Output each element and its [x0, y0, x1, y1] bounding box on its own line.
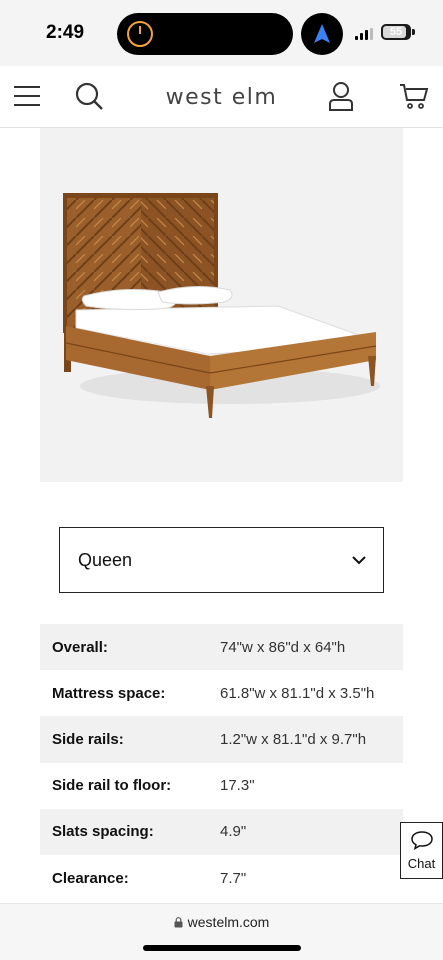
site-header: west elm — [0, 66, 443, 128]
battery-level: 55 — [389, 26, 403, 38]
chat-bubble-icon — [410, 831, 433, 851]
table-row: Clearance: 7.7" — [40, 855, 403, 901]
size-selected-value: Queen — [78, 550, 133, 570]
navigation-icon — [301, 13, 343, 55]
status-bar: 2:49 55 — [0, 0, 443, 66]
account-icon[interactable] — [325, 80, 357, 112]
dynamic-island — [117, 13, 293, 55]
chat-button[interactable]: Chat — [400, 822, 443, 879]
spec-value: 17.3" — [220, 777, 255, 795]
spec-label: Overall: — [52, 638, 108, 656]
home-indicator — [143, 945, 301, 951]
dimensions-table: Overall: 74"w x 86"d x 64"h Mattress spa… — [40, 624, 403, 901]
table-row: Mattress space: 61.8"w x 81.1"d x 3.5"h — [40, 670, 403, 716]
site-logo[interactable]: west elm — [0, 85, 443, 110]
table-row: Overall: 74"w x 86"d x 64"h — [40, 624, 403, 671]
spec-value: 4.9" — [220, 823, 247, 841]
spec-label: Side rail to floor: — [52, 777, 172, 795]
table-row: Slats spacing: 4.9" — [40, 808, 403, 855]
battery-icon: 55 — [381, 24, 411, 40]
size-select[interactable]: Queen — [59, 527, 384, 593]
url-display[interactable]: westelm.com — [0, 914, 443, 930]
table-row: Side rail to floor: 17.3" — [40, 763, 403, 809]
status-time: 2:49 — [46, 22, 85, 43]
cart-icon[interactable] — [398, 80, 430, 112]
spec-value: 1.2"w x 81.1"d x 9.7"h — [220, 730, 367, 748]
table-row: Side rails: 1.2"w x 81.1"d x 9.7"h — [40, 716, 403, 763]
spec-label: Mattress space: — [52, 684, 166, 702]
spec-label: Clearance: — [52, 869, 129, 887]
timer-icon — [127, 21, 153, 47]
chevron-down-icon — [352, 556, 366, 565]
spec-value: 74"w x 86"d x 64"h — [220, 638, 346, 656]
spec-label: Slats spacing: — [52, 823, 154, 841]
product-image[interactable] — [40, 128, 403, 482]
spec-value: 7.7" — [220, 869, 247, 887]
spec-value: 61.8"w x 81.1"d x 3.5"h — [220, 684, 375, 702]
url-text: westelm.com — [187, 914, 270, 930]
lock-icon — [174, 917, 183, 928]
browser-url-bar[interactable]: westelm.com — [0, 903, 443, 960]
chat-label: Chat — [407, 856, 436, 871]
signal-icon — [355, 28, 375, 40]
spec-label: Side rails: — [52, 730, 124, 748]
